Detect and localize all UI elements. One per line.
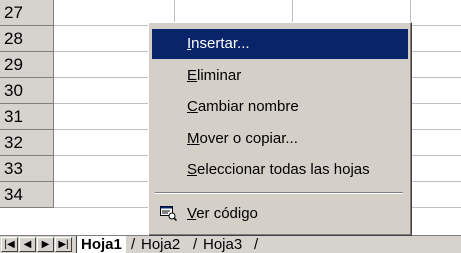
menu-item-ver-codigo[interactable]: Ver código — [152, 199, 408, 229]
sheet-tab-hoja3[interactable]: Hoja3 — [203, 236, 242, 253]
tab-separator: / — [193, 236, 198, 253]
tab-separator: / — [131, 236, 136, 253]
menu-accel: M — [187, 130, 200, 147]
row-header[interactable]: 29 — [0, 52, 54, 78]
menu-label-rest: eleccionar todas las hojas — [197, 161, 370, 178]
row-header[interactable]: 32 — [0, 130, 54, 156]
row-header[interactable]: 33 — [0, 156, 54, 182]
right-arrow-icon: ▶ — [41, 239, 50, 250]
row-header[interactable]: 31 — [0, 104, 54, 130]
next-sheet-button[interactable]: ▶ — [37, 237, 54, 252]
menu-label-rest: ambiar nombre — [197, 98, 299, 115]
menu-item-cambiar-nombre[interactable]: Cambiar nombre — [152, 92, 408, 122]
prev-sheet-button[interactable]: ◀ — [19, 237, 36, 252]
row-header[interactable]: 27 — [0, 0, 54, 26]
menu-item-mover-copiar[interactable]: Mover o copiar... — [152, 124, 408, 154]
menu-label-rest: nsertar... — [191, 35, 250, 52]
menu-item-eliminar[interactable]: Eliminar — [152, 61, 408, 91]
menu-accel: C — [187, 98, 198, 115]
left-arrow-icon: ◀ — [23, 239, 32, 250]
menu-accel: S — [187, 161, 198, 178]
last-sheet-button[interactable]: ▶| — [55, 237, 72, 252]
menu-label-rest: over o copiar... — [199, 130, 298, 147]
tab-separator: / — [254, 236, 259, 253]
last-arrow-icon: ▶| — [58, 239, 69, 250]
sheet-tab-hoja2[interactable]: Hoja2 — [141, 236, 180, 253]
view-code-icon — [160, 206, 177, 221]
row-header[interactable]: 34 — [0, 182, 54, 208]
first-arrow-icon: |◀ — [4, 239, 15, 250]
menu-label-rest: liminar — [197, 67, 242, 84]
row-header[interactable]: 28 — [0, 26, 54, 52]
menu-accel: V — [187, 205, 197, 222]
menu-item-insertar[interactable]: Insertar... — [152, 29, 408, 59]
row-header[interactable]: 30 — [0, 78, 54, 104]
menu-accel: E — [187, 67, 198, 84]
menu-item-seleccionar-todas[interactable]: Seleccionar todas las hojas — [152, 155, 408, 185]
sheet-tab-hoja1[interactable]: Hoja1 — [76, 236, 126, 253]
sheet-context-menu: Insertar... Eliminar Cambiar nombre Move… — [148, 22, 412, 236]
sheet-tab-bar: |◀ ◀ ▶ ▶| Hoja1 / Hoja2 / Hoja3 / — [0, 235, 461, 253]
menu-separator — [155, 192, 403, 194]
first-sheet-button[interactable]: |◀ — [1, 237, 18, 252]
menu-label-rest: er código — [196, 205, 258, 222]
